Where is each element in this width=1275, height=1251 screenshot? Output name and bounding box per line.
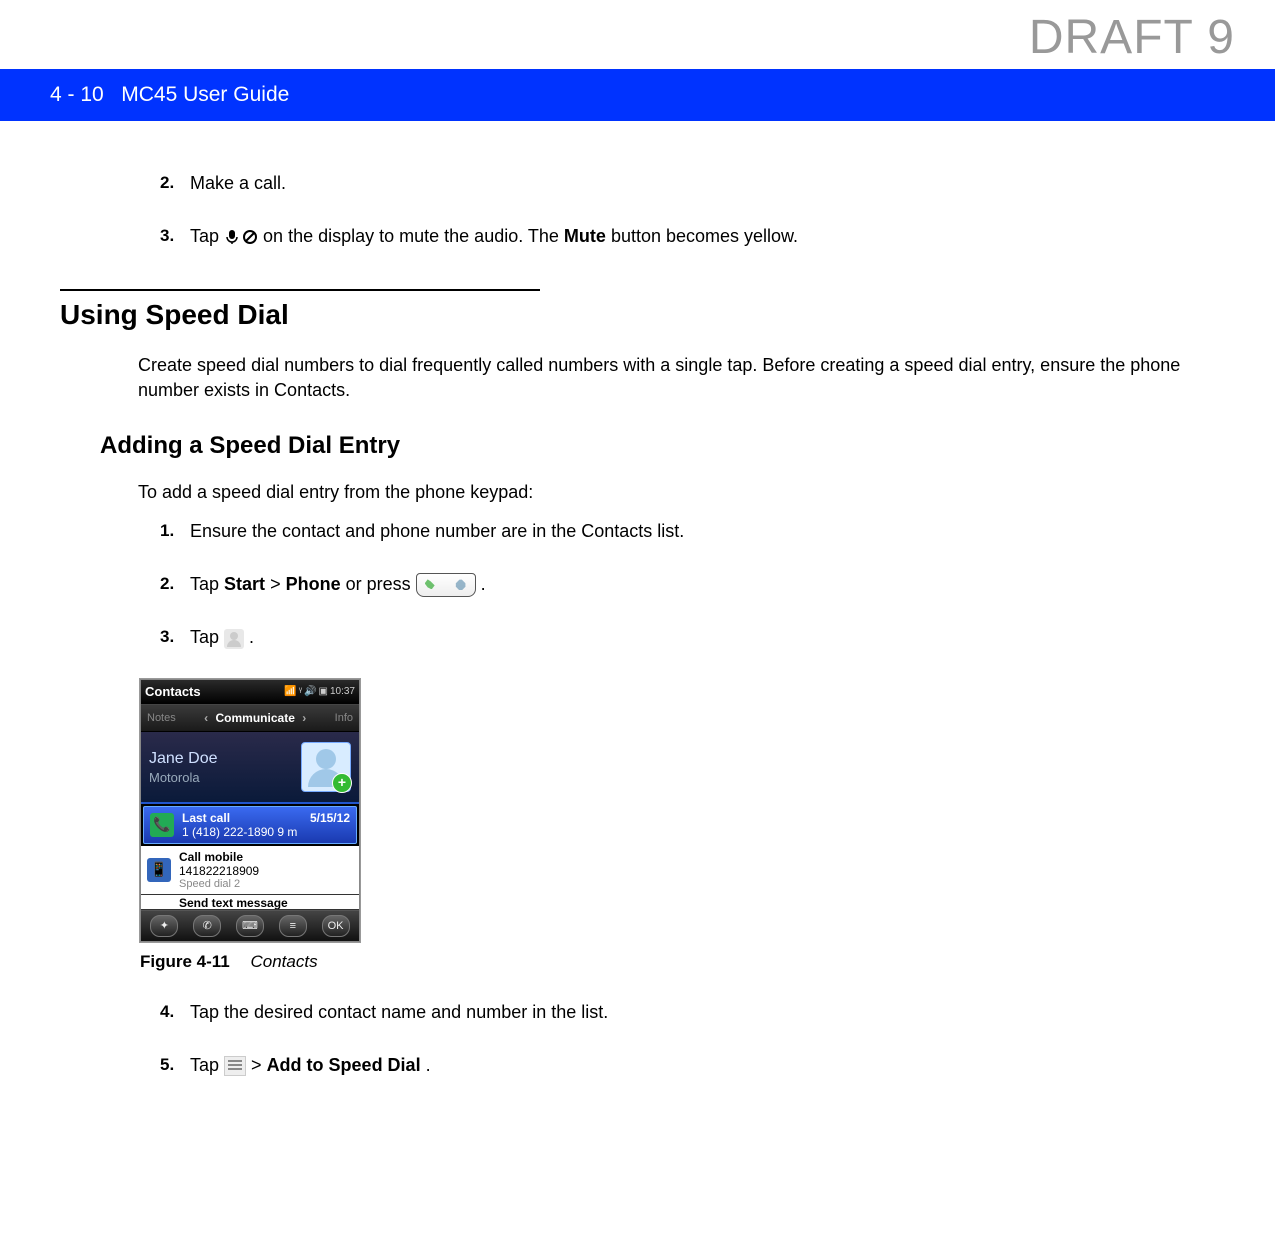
text-prefix: Tap <box>190 226 224 246</box>
antenna-icon: ᵞ <box>299 686 302 697</box>
status-icons: 📶 ᵞ 🔊 ▣ 10:37 <box>284 686 355 697</box>
device-titlebar: Contacts 📶 ᵞ 🔊 ▣ 10:37 <box>141 680 359 704</box>
text-mid-b: button becomes yellow. <box>611 226 798 246</box>
step-number: 3. <box>160 625 190 649</box>
substep-3: 3. Tap . <box>160 625 1215 650</box>
substep-5: 5. Tap > Add to Speed Dial . <box>160 1053 1215 1078</box>
clock-text: 10:37 <box>330 686 355 697</box>
text-suffix: . <box>481 574 486 594</box>
row-call-mobile[interactable]: 📱 Call mobile 141822218909 Speed dial 2 <box>141 846 359 895</box>
call-mobile-label: Call mobile <box>179 850 243 864</box>
contact-icon <box>224 629 244 649</box>
step-text: Tap . <box>190 625 1215 650</box>
substep-2: 2. Tap Start > Phone or press . <box>160 572 1215 597</box>
last-call-label: Last call <box>182 811 230 825</box>
battery-icon: ▣ <box>319 686 328 697</box>
row-send-text[interactable]: Send text message <box>141 895 359 910</box>
separator: > <box>270 574 286 594</box>
contact-header: Jane Doe Motorola + <box>141 732 359 804</box>
guide-title: MC45 User Guide <box>121 83 289 106</box>
text-prefix: Tap <box>190 627 224 647</box>
row-last-call[interactable]: 📞 Last call 5/15/12 1 (418) 222-1890 9 m <box>143 806 357 844</box>
speed-dial-label: Speed dial 2 <box>179 878 353 890</box>
phone-button-icon[interactable]: ✆ <box>193 915 221 937</box>
add-to-speed-dial-label: Add to Speed Dial <box>267 1055 421 1075</box>
step-number: 4. <box>160 1000 190 1024</box>
last-call-date: 5/15/12 <box>310 811 350 825</box>
chevron-left-icon[interactable]: ‹ <box>204 711 208 725</box>
page-header: 4 - 10 MC45 User Guide <box>0 69 1275 121</box>
start-button-icon[interactable]: ✦ <box>150 915 178 937</box>
phone-label: Phone <box>286 574 341 594</box>
substep-4: 4. Tap the desired contact name and numb… <box>160 1000 1215 1025</box>
section-description: Create speed dial numbers to dial freque… <box>138 353 1215 402</box>
figure-caption: Figure 4-11 Contacts <box>140 952 1215 972</box>
mute-mic-icon <box>224 229 258 245</box>
step-number: 1. <box>160 519 190 543</box>
section-divider <box>60 289 540 291</box>
speaker-icon: 🔊 <box>304 686 316 697</box>
draft-watermark: DRAFT 9 <box>0 0 1275 65</box>
menu-button-icon[interactable]: ≡ <box>279 915 307 937</box>
figure-title: Contacts <box>251 952 318 971</box>
step-2-make-call: 2. Make a call. <box>160 171 1215 196</box>
step-text: Ensure the contact and phone number are … <box>190 519 1215 544</box>
app-title: Contacts <box>145 684 284 699</box>
last-call-detail: 1 (418) 222-1890 9 m <box>182 825 350 839</box>
device-bottombar: ✦ ✆ ⌨ ≡ OK <box>141 910 359 941</box>
device-tabs: Notes ‹ Communicate › Info <box>141 704 359 732</box>
tab-right[interactable]: Info <box>335 712 353 724</box>
contact-company: Motorola <box>149 770 301 785</box>
chevron-right-icon[interactable]: › <box>302 711 306 725</box>
step-number: 2. <box>160 171 190 195</box>
device-screenshot: Contacts 📶 ᵞ 🔊 ▣ 10:37 Notes ‹ Communica… <box>140 679 360 942</box>
step-number: 3. <box>160 224 190 248</box>
page-number: 4 - 10 <box>50 83 104 106</box>
start-label: Start <box>224 574 265 594</box>
contact-avatar[interactable]: + <box>301 742 351 792</box>
text-suffix: . <box>426 1055 431 1075</box>
phone-hardkey-icon <box>416 573 476 597</box>
add-photo-icon[interactable]: + <box>332 773 352 793</box>
text-prefix: Tap <box>190 1055 224 1075</box>
section-heading: Using Speed Dial <box>60 299 1215 331</box>
tab-center[interactable]: Communicate <box>216 711 295 725</box>
step-number: 2. <box>160 572 190 596</box>
menu-icon <box>224 1056 246 1076</box>
text-mid: or press <box>346 574 416 594</box>
text-mid-a: on the display to mute the audio. The <box>263 226 564 246</box>
step-3-tap-mute: 3. Tap on the display to mute the audio.… <box>160 224 1215 249</box>
separator: > <box>251 1055 267 1075</box>
substep-1: 1. Ensure the contact and phone number a… <box>160 519 1215 544</box>
mobile-number: 141822218909 <box>179 864 353 878</box>
mobile-phone-icon: 📱 <box>147 858 171 882</box>
text-suffix: . <box>249 627 254 647</box>
step-text: Tap on the display to mute the audio. Th… <box>190 224 1215 249</box>
mute-label-bold: Mute <box>564 226 606 246</box>
step-text: Make a call. <box>190 171 1215 196</box>
keyboard-button-icon[interactable]: ⌨ <box>236 915 264 937</box>
contact-name: Jane Doe <box>149 749 301 768</box>
step-text: Tap > Add to Speed Dial . <box>190 1053 1215 1078</box>
step-text: Tap the desired contact name and number … <box>190 1000 1215 1025</box>
tab-left[interactable]: Notes <box>147 712 176 724</box>
signal-icon: 📶 <box>284 686 296 697</box>
ok-button[interactable]: OK <box>322 915 350 937</box>
step-text: Tap Start > Phone or press . <box>190 572 1215 597</box>
step-number: 5. <box>160 1053 190 1077</box>
subsection-heading: Adding a Speed Dial Entry <box>100 432 1215 460</box>
text-prefix: Tap <box>190 574 224 594</box>
phone-call-icon: 📞 <box>150 813 174 837</box>
subsection-description: To add a speed dial entry from the phone… <box>138 482 1215 503</box>
figure-number: Figure 4-11 <box>140 952 230 971</box>
